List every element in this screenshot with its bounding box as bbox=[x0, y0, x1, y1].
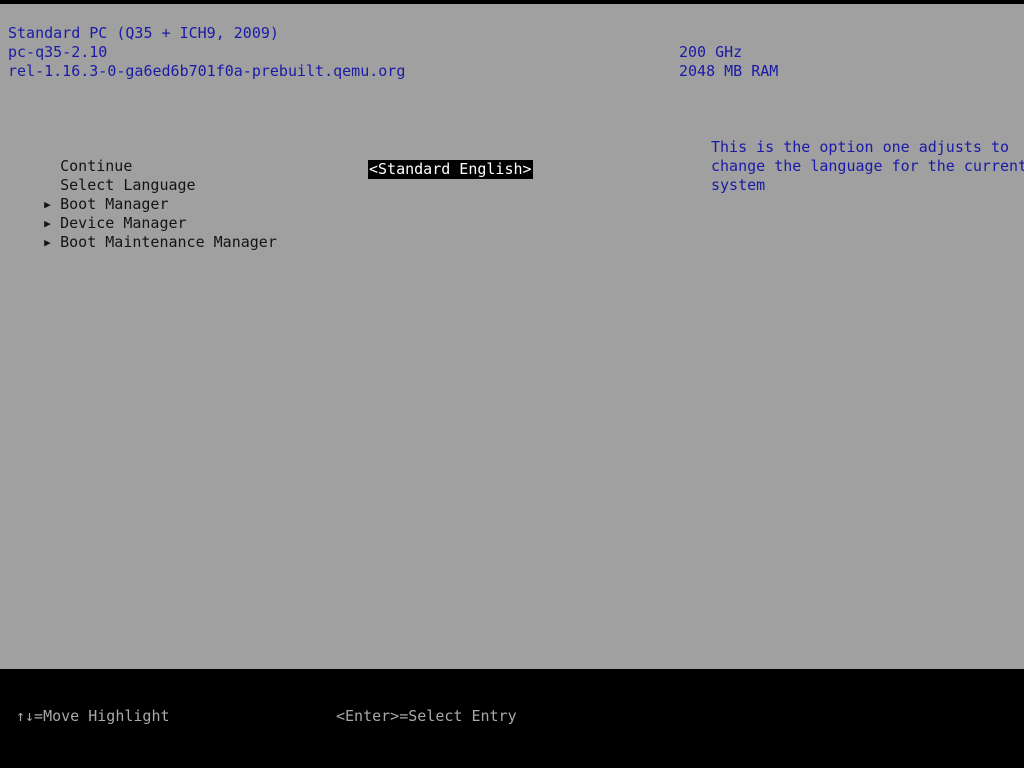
menu-item-label: Boot Maintenance Manager bbox=[60, 233, 277, 251]
memory-size-label: 2048 MB RAM bbox=[679, 62, 779, 80]
footer-hint-bar: ↑↓=Move Highlight <Enter>=Select Entry bbox=[0, 669, 1024, 768]
menu-item-boot-manager[interactable]: ▶ Boot Manager bbox=[8, 176, 308, 213]
machine-version-label: pc-q35-2.10 bbox=[8, 43, 108, 61]
submenu-arrow-icon: ▶ bbox=[44, 236, 51, 249]
menu-item-device-manager[interactable]: ▶ Device Manager bbox=[8, 195, 308, 232]
firmware-version-label: rel-1.16.3-0-ga6ed6b701f0a-prebuilt.qemu… bbox=[8, 62, 406, 80]
menu-item-continue[interactable]: Continue bbox=[8, 138, 308, 175]
menu-item-select-language[interactable]: Select Language bbox=[8, 157, 308, 194]
help-text-line: system bbox=[711, 176, 766, 194]
machine-type-label: Standard PC (Q35 + ICH9, 2009) bbox=[8, 24, 279, 42]
bios-setup-screen: Standard PC (Q35 + ICH9, 2009) pc-q35-2.… bbox=[0, 0, 1024, 669]
cpu-speed-label: 200 GHz bbox=[679, 43, 743, 61]
move-highlight-hint: ↑↓=Move Highlight bbox=[16, 707, 170, 725]
select-entry-hint: <Enter>=Select Entry bbox=[336, 707, 517, 725]
menu-item-boot-maintenance-manager[interactable]: ▶ Boot Maintenance Manager bbox=[8, 214, 308, 251]
help-text-line: change the language for the current bbox=[711, 157, 1024, 175]
language-value-selector[interactable]: <Standard English> bbox=[368, 160, 533, 179]
help-text-line: This is the option one adjusts to bbox=[711, 138, 1010, 156]
